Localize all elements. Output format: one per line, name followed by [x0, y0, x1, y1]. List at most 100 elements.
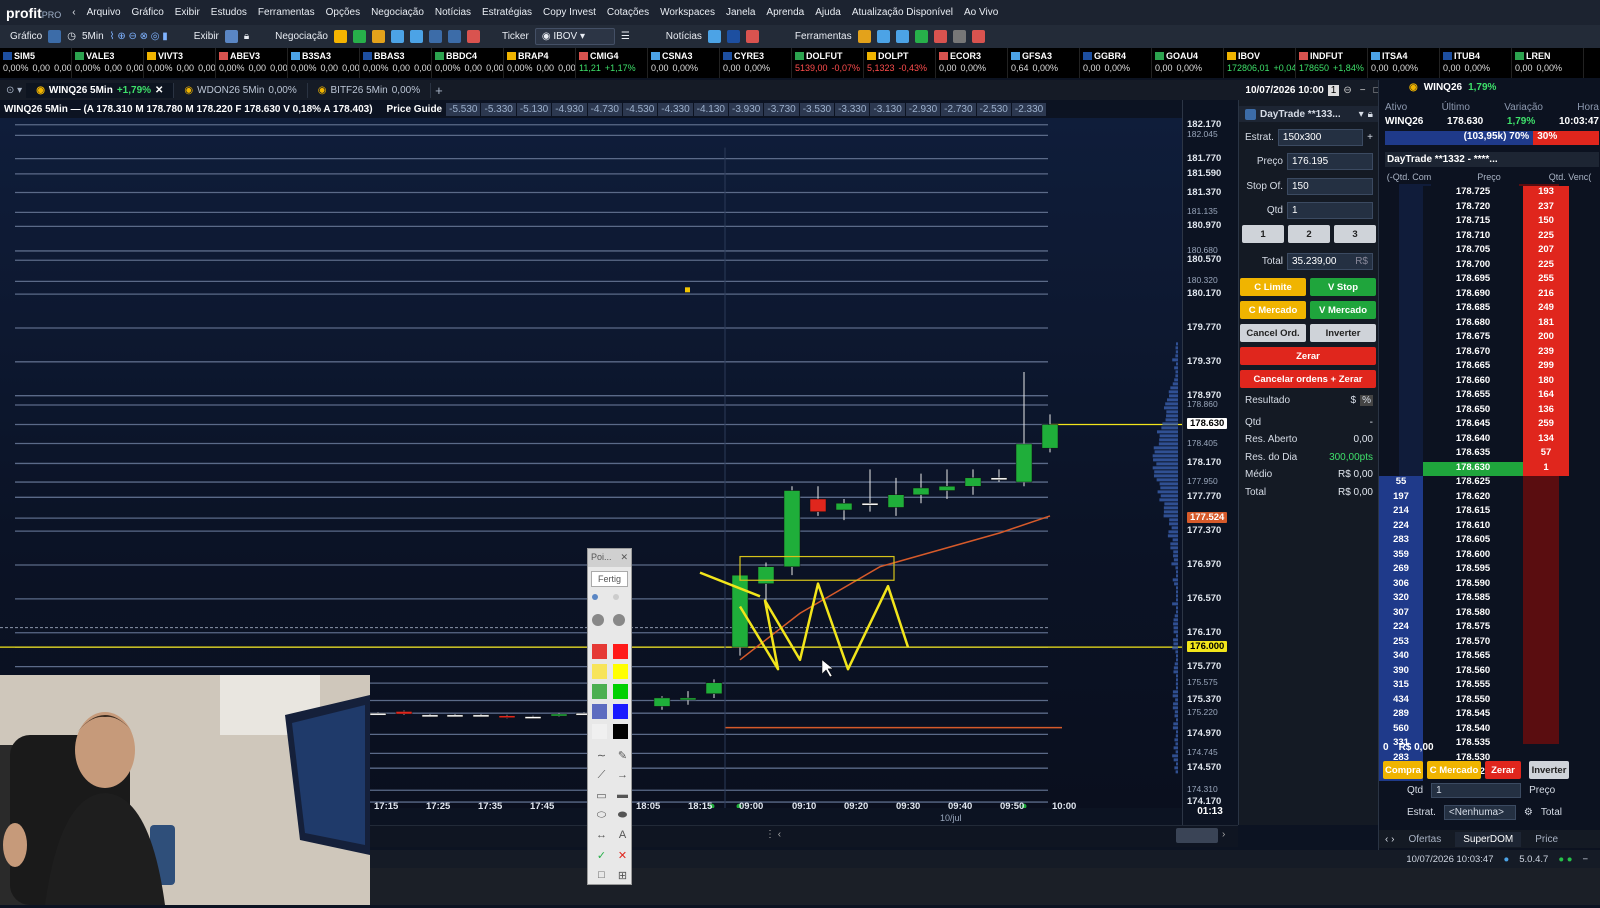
menu-item-12[interactable]: Janela: [726, 7, 755, 18]
ticker-item-GGBR4[interactable]: GGBR4 0,00 0,00%: [1080, 48, 1152, 78]
grid-icon[interactable]: [225, 30, 238, 43]
dom-tab-1[interactable]: SuperDOM: [1455, 832, 1521, 847]
chart-scrollbar[interactable]: ⋮ ‹ ›: [370, 825, 1238, 847]
dom-bid-row[interactable]: 307 178.580: [1379, 607, 1600, 622]
palette-swatch[interactable]: [613, 684, 628, 699]
dom-bid-row[interactable]: 214 178.615: [1379, 505, 1600, 520]
dom-qtd-input[interactable]: 1: [1431, 783, 1521, 798]
ticker-item-GFSA3[interactable]: GFSA3 0,64 0,00%: [1008, 48, 1080, 78]
tool7-icon[interactable]: [972, 30, 985, 43]
qty-2-button[interactable]: 2: [1288, 225, 1330, 243]
dom-tab-nav-icon[interactable]: ‹ ›: [1385, 834, 1394, 845]
stop-input[interactable]: 150: [1287, 178, 1373, 195]
lock-icon[interactable]: 🔒︎: [1368, 109, 1373, 120]
dom-ask-row[interactable]: 178.660 180: [1379, 375, 1600, 390]
palette-swatch[interactable]: [592, 724, 607, 739]
palette-swatch[interactable]: [613, 724, 628, 739]
palette-tool-icon[interactable]: A: [615, 829, 630, 841]
dom-ask-row[interactable]: 178.690 216: [1379, 288, 1600, 303]
resultado-currency-toggle[interactable]: $: [1351, 395, 1357, 406]
dom-ask-row[interactable]: 178.655 164: [1379, 389, 1600, 404]
dom-bid-row[interactable]: 55 178.625: [1379, 476, 1600, 491]
order-v-icon[interactable]: [353, 30, 366, 43]
palette-swatch[interactable]: [613, 644, 628, 659]
palette-tool-icon[interactable]: ▭: [594, 789, 609, 802]
gear-icon[interactable]: ⚙: [1524, 807, 1533, 818]
price-guide-level[interactable]: -5.530: [446, 103, 480, 116]
tv-icon[interactable]: [727, 30, 740, 43]
palette-tool-icon[interactable]: ✓: [594, 849, 609, 862]
dom-zerar-button[interactable]: Zerar: [1485, 761, 1521, 779]
dom-compra-button[interactable]: Compra: [1383, 761, 1423, 779]
ticker-item-IBOV[interactable]: IBOV172806,01+0,04%: [1224, 48, 1296, 78]
palette-swatch[interactable]: [613, 664, 628, 679]
price-guide-level[interactable]: -4.930: [552, 103, 586, 116]
dom-bid-row[interactable]: 306 178.590: [1379, 578, 1600, 593]
dom-tab-2[interactable]: Price: [1535, 834, 1558, 845]
zoom-tools-icons[interactable]: ⌇ ⊕ ⊖ ⊗ ◎ ▮: [110, 31, 168, 42]
dom-ask-row[interactable]: 178.640 134: [1379, 433, 1600, 448]
dom-ask-row[interactable]: 178.715 150: [1379, 215, 1600, 230]
dom-bid-row[interactable]: 359 178.600: [1379, 549, 1600, 564]
shield-icon[interactable]: [467, 30, 480, 43]
noticias-menu[interactable]: Notícias: [666, 31, 702, 42]
ticker-item-VALE3[interactable]: VALE3 0,00%0,000,00%: [72, 48, 144, 78]
bars-icon[interactable]: [448, 30, 461, 43]
tool6-icon[interactable]: [953, 30, 966, 43]
dom-bid-row[interactable]: 560 178.540: [1379, 723, 1600, 738]
menu-item-7[interactable]: Notícias: [435, 7, 471, 18]
dom-ask-row[interactable]: 178.705 207: [1379, 244, 1600, 259]
ticker-item-DOLPT[interactable]: DOLPT 5,1323 -0,43%: [864, 48, 936, 78]
price-guide-level[interactable]: -4.330: [658, 103, 692, 116]
dom-ask-row[interactable]: 178.670 239: [1379, 346, 1600, 361]
palette-tool-icon[interactable]: ▬: [615, 789, 630, 801]
dom-bid-row[interactable]: 283 178.605: [1379, 534, 1600, 549]
palette-swatch[interactable]: [613, 614, 625, 626]
fertig-button[interactable]: Fertig: [591, 571, 628, 587]
calc-icon[interactable]: [372, 30, 385, 43]
ticker-item-ECOR3[interactable]: ECOR3 0,00 0,00%: [936, 48, 1008, 78]
dom-bid-row[interactable]: 434 178.550: [1379, 694, 1600, 709]
tool4-icon[interactable]: [915, 30, 928, 43]
ticker-item-DOLFUT[interactable]: DOLFUT 5139,00 -0,07%: [792, 48, 864, 78]
dom-bid-row[interactable]: 224 178.575: [1379, 621, 1600, 636]
dom-ask-row[interactable]: 178.695 255: [1379, 273, 1600, 288]
tool2-icon[interactable]: [877, 30, 890, 43]
tool5-icon[interactable]: [934, 30, 947, 43]
dom-ask-row[interactable]: 178.665 299: [1379, 360, 1600, 375]
add-strategy-icon[interactable]: +: [1367, 132, 1373, 143]
dom-ask-row[interactable]: 178.720 237: [1379, 201, 1600, 216]
palette-close-icon[interactable]: ✕: [620, 552, 628, 564]
palette-tool-icon[interactable]: ∼: [594, 749, 609, 762]
chart-tab-1[interactable]: ◉ WDON26 5Min 0,00%: [174, 83, 307, 98]
zerar-button[interactable]: Zerar: [1240, 347, 1376, 365]
dom-c-mercado-button[interactable]: C Mercado: [1427, 761, 1481, 779]
tool3-icon[interactable]: [896, 30, 909, 43]
dom-quote-row[interactable]: WINQ26 178.630 1,79% 10:03:47: [1385, 116, 1599, 127]
menu-item-10[interactable]: Cotações: [607, 7, 649, 18]
ticker-item-INDFUT[interactable]: INDFUT 178650 +1,84%: [1296, 48, 1368, 78]
price-guide-level[interactable]: -2.330: [1012, 103, 1046, 116]
ticker-item-SIM5[interactable]: SIM50,00%0,000,00%: [0, 48, 72, 78]
palette-swatch[interactable]: [592, 684, 607, 699]
menu-item-8[interactable]: Estratégias: [482, 7, 532, 18]
dom-ask-row[interactable]: 178.685 249: [1379, 302, 1600, 317]
price-guide-level[interactable]: -3.730: [764, 103, 798, 116]
ticker-select[interactable]: ◉ IBOV ▾: [535, 28, 615, 45]
qty-1-button[interactable]: 1: [1242, 225, 1284, 243]
ticker-item-ITSA4[interactable]: ITSA4 0,00 0,00%: [1368, 48, 1440, 78]
dom-symbol-header[interactable]: ◉ WINQ26 1,79%: [1409, 82, 1496, 93]
ticker-item-BBDC4[interactable]: BBDC4 0,00%0,000,00%: [432, 48, 504, 78]
price-guide-level[interactable]: -4.730: [588, 103, 622, 116]
tab-close-icon[interactable]: ✕: [155, 85, 163, 96]
ticker-item-CYRE3[interactable]: CYRE3 0,00 0,00%: [720, 48, 792, 78]
scroll-left-icon[interactable]: ⋮ ‹: [765, 829, 781, 840]
palette-tool-icon[interactable]: ⬭: [594, 809, 609, 822]
negociacao-menu[interactable]: Negociação: [275, 31, 328, 42]
dom-ask-row[interactable]: 178.645 259: [1379, 418, 1600, 433]
ticker-item-VIVT3[interactable]: VIVT3 0,00%0,000,00%: [144, 48, 216, 78]
dom-bid-row[interactable]: 320 178.585: [1379, 592, 1600, 607]
c-mercado-button[interactable]: C Mercado: [1240, 301, 1306, 319]
scroll-right-icon[interactable]: ›: [1222, 829, 1225, 840]
c-limite-button[interactable]: C Limite: [1240, 278, 1306, 296]
